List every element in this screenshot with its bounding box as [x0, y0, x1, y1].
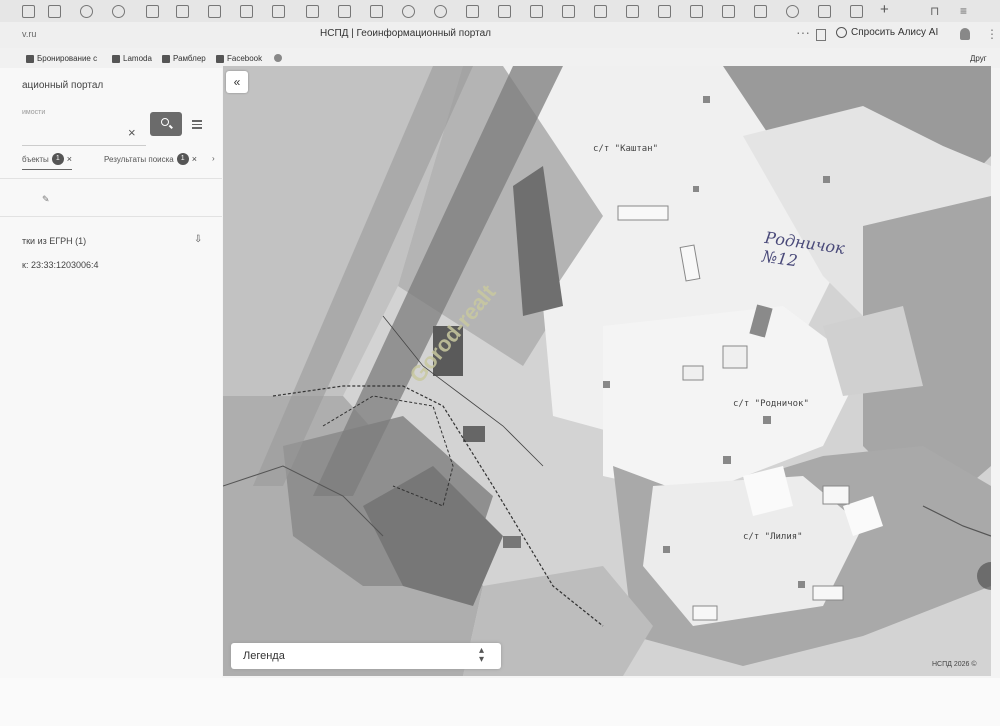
divider	[0, 216, 222, 217]
bookmark-facebook[interactable]: Facebook	[216, 54, 262, 63]
tab-favicon-icon[interactable]	[850, 5, 863, 18]
extra-bookmark-icon	[274, 54, 282, 62]
map-label-kavtan: с/т "Каштан"	[593, 144, 659, 154]
profile-icon[interactable]	[960, 28, 970, 40]
window-control-icon[interactable]: ⊓	[930, 4, 939, 18]
rambler-icon	[162, 54, 170, 63]
bookmark-booking[interactable]: Бронирование с	[26, 54, 97, 63]
search-icon	[161, 118, 169, 126]
search-label: имости	[22, 109, 46, 116]
map-layers	[223, 66, 991, 676]
tab-favicon-icon[interactable]	[434, 5, 447, 18]
bookmark-label: Рамблер	[173, 54, 206, 63]
booking-icon	[26, 54, 34, 63]
bookmarks-bar: Бронирование с Lamoda Рамблер Facebook Д…	[0, 48, 1000, 68]
tab-favicon-icon[interactable]	[786, 5, 799, 18]
tab-favicon-icon[interactable]	[562, 5, 575, 18]
bookmark-icon[interactable]	[816, 29, 826, 41]
count-badge: 1	[51, 153, 64, 165]
address-url[interactable]: v.ru	[22, 29, 36, 39]
tab-favicon-icon[interactable]	[658, 5, 671, 18]
tab-favicon-icon[interactable]	[818, 5, 831, 18]
tab-objects-label: бъекты	[22, 154, 49, 164]
tab-favicon-icon[interactable]	[466, 5, 479, 18]
browser-tab-bar: + ⊓ ≡	[0, 0, 1000, 22]
other-bookmarks[interactable]: Друг	[970, 54, 987, 63]
alice-icon	[836, 27, 847, 38]
bookmark-label: Lamoda	[123, 54, 152, 63]
tab-favicon-icon[interactable]	[176, 5, 189, 18]
chevron-updown-icon: ▴ ▾	[479, 645, 485, 665]
bookmark-label: Facebook	[227, 54, 263, 63]
tab-favicon-icon[interactable]	[208, 5, 221, 18]
ask-alice-button[interactable]: Спросить Алису AI	[836, 27, 938, 38]
lamoda-icon	[112, 54, 120, 63]
map-canvas[interactable]: Gorod-realt с/т "Каштан" с/т "Родничок" …	[223, 66, 991, 676]
menu-icon[interactable]: ⋮	[986, 27, 998, 41]
legend-label: Легенда	[243, 650, 285, 662]
filter-icon[interactable]	[192, 118, 202, 129]
clear-icon[interactable]: ×	[128, 125, 136, 140]
legend-dropdown[interactable]: Легенда ▴ ▾	[231, 643, 501, 669]
tab-favicon-icon[interactable]	[306, 5, 319, 18]
egrn-section-title: тки из ЕГРН (1)	[22, 236, 87, 246]
tab-favicon-icon[interactable]	[338, 5, 351, 18]
cadastral-number-item[interactable]: к: 23:33:1203006:4	[22, 260, 99, 270]
divider	[0, 178, 222, 179]
tab-favicon-icon[interactable]	[80, 5, 93, 18]
collapse-sidebar-button[interactable]: «	[226, 71, 248, 93]
tab-favicon-icon[interactable]	[594, 5, 607, 18]
tab-favicon-icon[interactable]	[48, 5, 61, 18]
page-bottom-margin	[0, 678, 1000, 726]
bookmark-extra[interactable]	[274, 54, 282, 62]
page-title: НСПД | Геоинформационный портал	[320, 28, 491, 39]
facebook-icon	[216, 54, 224, 63]
map-label-rodnichok: с/т "Родничок"	[733, 399, 809, 409]
count-badge: 1	[176, 153, 189, 165]
bookmark-label: Бронирование с	[37, 54, 98, 63]
portal-title: ационный портал	[22, 80, 104, 91]
tab-favicon-icon[interactable]	[402, 5, 415, 18]
tab-favicon-icon[interactable]	[626, 5, 639, 18]
tab-favicon-icon[interactable]	[690, 5, 703, 18]
tab-favicon-icon[interactable]	[530, 5, 543, 18]
map-label-liliya: с/т "Лилия"	[743, 532, 803, 542]
parcel-icon: ✎	[42, 194, 50, 204]
chevron-right-icon[interactable]: ›	[212, 154, 215, 163]
close-icon[interactable]: ×	[192, 154, 197, 164]
tab-favicon-icon[interactable]	[112, 5, 125, 18]
tab-favicon-icon[interactable]	[272, 5, 285, 18]
window-control-icon[interactable]: ≡	[960, 4, 967, 18]
tab-favicon-icon[interactable]	[22, 5, 35, 18]
tab-favicon-icon[interactable]	[240, 5, 253, 18]
browser-title-bar: v.ru НСПД | Геоинформационный портал ···…	[0, 22, 1000, 48]
sidebar-panel: ационный портал имости × бъекты 1 × Резу…	[0, 68, 222, 678]
tab-favicon-icon[interactable]	[498, 5, 511, 18]
map-copyright: НСПД 2026 ©	[932, 661, 977, 668]
tab-favicon-icon[interactable]	[722, 5, 735, 18]
ask-alice-label: Спросить Алису AI	[851, 27, 939, 38]
new-tab-plus-icon[interactable]: +	[880, 1, 889, 18]
tab-favicon-icon[interactable]	[146, 5, 159, 18]
search-icon-handle	[169, 124, 173, 129]
tab-results-label: Результаты поиска	[104, 154, 174, 164]
download-icon[interactable]: ⇩	[194, 234, 202, 245]
tab-favicon-icon[interactable]	[370, 5, 383, 18]
close-icon[interactable]: ×	[67, 154, 72, 164]
more-dots-icon[interactable]: ···	[796, 24, 810, 40]
bookmark-lamoda[interactable]: Lamoda	[112, 54, 152, 63]
bookmark-rambler[interactable]: Рамблер	[162, 54, 206, 63]
search-button[interactable]	[150, 112, 182, 136]
tab-favicon-icon[interactable]	[754, 5, 767, 18]
tab-search-results[interactable]: Результаты поиска 1 ×	[104, 153, 197, 165]
tab-objects[interactable]: бъекты 1 ×	[22, 153, 73, 170]
results-tabs: бъекты 1 × Результаты поиска 1 ×	[22, 151, 222, 171]
